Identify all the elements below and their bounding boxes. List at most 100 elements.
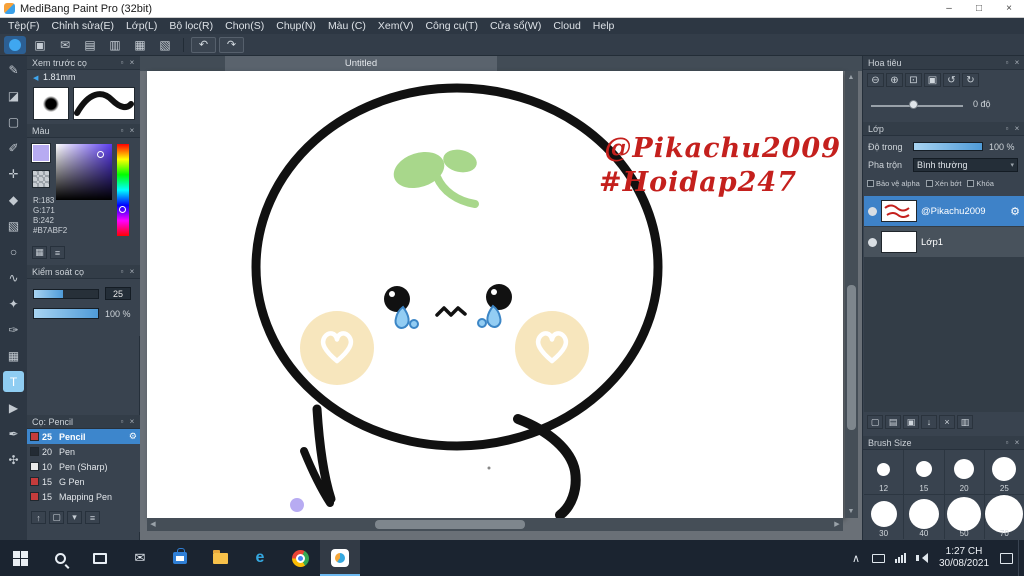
canvas[interactable]: @Pikachu2009 #Hoidap247 [147,71,843,518]
menu-tools[interactable]: Công cụ(T) [419,18,484,34]
redo-button[interactable]: ↷ [219,36,244,53]
undo-button[interactable]: ↶ [191,36,216,53]
store-app-button[interactable] [160,540,200,576]
operation-tool[interactable]: ▶ [3,397,24,418]
menu-filter[interactable]: Bộ lọc(R) [163,18,219,34]
move-tool[interactable]: ✛ [3,163,24,184]
show-desktop-button[interactable] [1018,540,1022,576]
slider-mode-button[interactable]: ≡ [50,246,65,259]
rotate-cw-button[interactable]: ↻ [962,73,979,87]
volume-icon[interactable] [912,553,932,563]
new-folder-button[interactable]: ▤ [885,415,901,429]
brush-opacity-slider[interactable] [33,308,99,319]
popout-icon[interactable]: ▫ [1002,124,1012,133]
brush-list-button[interactable]: ≡ [85,511,100,524]
mail-app-button[interactable]: ✉ [120,540,160,576]
chrome-app-button[interactable] [280,540,320,576]
menu-layer[interactable]: Lớp(L) [120,18,163,34]
alpha-protect-checkbox[interactable]: Bảo vệ alpha [867,179,920,188]
menu-snap[interactable]: Chụp(N) [270,18,322,34]
close-icon[interactable]: × [1012,438,1022,447]
close-icon[interactable]: × [127,126,137,135]
close-icon[interactable]: × [1012,124,1022,133]
menu-view[interactable]: Xem(V) [372,18,420,34]
medibang-app-button[interactable] [320,540,360,576]
menu-cloud[interactable]: Cloud [547,18,586,34]
zoom-fit-button[interactable]: ⊡ [905,73,922,87]
fill-tool[interactable]: ◆ [3,189,24,210]
marquee-tool[interactable]: ▢ [3,111,24,132]
start-button[interactable] [0,540,40,576]
menu-window[interactable]: Cửa sổ(W) [484,18,547,34]
file-explorer-button[interactable] [200,540,240,576]
brush-up-button[interactable]: ↑ [31,511,46,524]
action-center-icon[interactable] [996,552,1016,564]
close-icon[interactable]: × [127,58,137,67]
menu-color[interactable]: Màu (C) [322,18,372,34]
brush-item-pen-sharp[interactable]: 10 Pen (Sharp) [27,459,140,474]
layer-visibility-icon[interactable] [868,237,877,247]
comment-button[interactable]: ✉ [54,36,76,54]
brush-item-pencil[interactable]: 25 Pencil ⚙ [27,429,140,444]
zoom-in-button[interactable]: ⊕ [886,73,903,87]
network-icon[interactable] [890,553,910,563]
shape-tool[interactable]: ○ [3,241,24,262]
palette-mode-button[interactable]: ▦ [32,246,47,259]
document-tab[interactable]: Untitled [225,56,497,71]
brush-menu-button[interactable]: ▾ [67,511,82,524]
scroll-up-arrow[interactable]: ▲ [845,71,857,84]
minimize-button[interactable]: – [934,0,964,17]
grid-button[interactable]: ▦ [129,36,151,54]
layer-visibility-icon[interactable] [868,206,877,216]
brush-item-mapping-pen[interactable]: 15 Mapping Pen [27,489,140,504]
active-color-button[interactable] [4,35,26,54]
rotation-slider-handle[interactable] [909,100,918,109]
brush-size-option[interactable]: 15 [904,450,944,494]
zoom-out-button[interactable]: ⊖ [867,73,884,87]
scroll-left-arrow[interactable]: ◀ [147,518,159,531]
popout-icon[interactable]: ▫ [117,417,127,426]
brush-tool[interactable]: ✐ [3,137,24,158]
task-view-button[interactable] [80,540,120,576]
horizontal-scroll-thumb[interactable] [375,520,525,529]
menu-help[interactable]: Help [587,18,621,34]
close-button[interactable]: × [994,0,1024,17]
close-icon[interactable]: × [127,267,137,276]
lock-checkbox[interactable]: Khóa [967,179,994,188]
duplicate-layer-button[interactable]: ▣ [903,415,919,429]
sv-cursor[interactable] [97,151,104,158]
layer-options-button[interactable]: ▥ [957,415,973,429]
brush-size-option[interactable]: 12 [864,450,904,494]
search-button[interactable] [40,540,80,576]
popout-icon[interactable]: ▫ [117,58,127,67]
menu-edit[interactable]: Chỉnh sửa(E) [46,18,120,34]
scroll-down-arrow[interactable]: ▼ [845,505,857,518]
brush-settings-icon[interactable]: ⚙ [129,431,137,442]
tray-chevron-icon[interactable]: ∧ [846,552,866,565]
new-document-button[interactable]: ▤ [79,36,101,54]
scroll-right-arrow[interactable]: ▶ [831,518,843,531]
collapse-icon[interactable]: ◀ [33,74,38,82]
brush-item-pen[interactable]: 20 Pen [27,444,140,459]
brush-item-g-pen[interactable]: 15 G Pen [27,474,140,489]
eyedropper-tool[interactable]: ✒ [3,423,24,444]
new-layer-button[interactable]: ▢ [867,415,883,429]
horizontal-scrollbar[interactable]: ◀ ▶ [147,518,843,531]
vertical-scrollbar[interactable]: ▲ ▼ [845,71,858,518]
merge-layer-button[interactable]: ↓ [921,415,937,429]
popout-icon[interactable]: ▫ [117,126,127,135]
brush-size-option[interactable]: 70 [984,495,1024,539]
hand-tool[interactable]: ✣ [3,449,24,470]
close-icon[interactable]: × [1012,58,1022,67]
blend-mode-select[interactable]: Bình thường ▾ [913,158,1018,172]
gradient-tool[interactable]: ▧ [3,215,24,236]
brush-size-slider[interactable] [33,289,99,299]
menu-select[interactable]: Chọn(S) [219,18,270,34]
vertical-scroll-thumb[interactable] [847,285,856,430]
brush-size-option[interactable]: 25 [984,450,1024,494]
magic-wand-tool[interactable]: ✦ [3,293,24,314]
menu-file[interactable]: Tệp(F) [2,18,46,34]
layer-settings-icon[interactable]: ⚙ [1010,205,1020,218]
hue-bar[interactable] [117,144,129,236]
foreground-color-swatch[interactable] [31,143,51,163]
